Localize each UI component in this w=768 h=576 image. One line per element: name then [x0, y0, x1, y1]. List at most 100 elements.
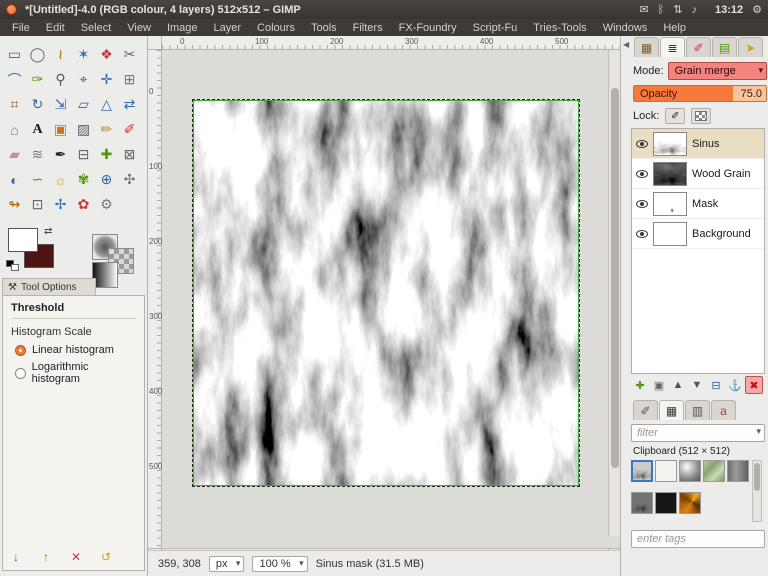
- tool-paths[interactable]: ⌒: [3, 67, 26, 92]
- tab-channels[interactable]: ✐: [686, 37, 711, 57]
- menu-file[interactable]: File: [4, 21, 38, 35]
- tool-measure[interactable]: ⌖: [72, 67, 95, 92]
- tab-gradients[interactable]: ▥: [685, 400, 710, 420]
- tool-seamless-clone[interactable]: ⊡: [26, 192, 49, 217]
- tool-heal[interactable]: ✚: [95, 142, 118, 167]
- tool-flip[interactable]: ⇄: [118, 92, 141, 117]
- pattern-scrollbar[interactable]: [752, 460, 762, 522]
- tool-color-picker[interactable]: ✑: [26, 67, 49, 92]
- tool-crop[interactable]: ⌗: [3, 92, 26, 117]
- layer-row-sinus[interactable]: Sinus: [632, 129, 764, 159]
- menu-tools[interactable]: Tools: [303, 21, 345, 35]
- pattern-filter-input[interactable]: [631, 424, 765, 442]
- menu-tries-tools[interactable]: Tries-Tools: [525, 21, 594, 35]
- layer-row-background[interactable]: Background: [632, 219, 764, 249]
- tool-warp-transform[interactable]: ↬: [3, 192, 26, 217]
- color-area[interactable]: ⇄: [6, 226, 76, 278]
- tool-scale[interactable]: ⇲: [49, 92, 72, 117]
- anchor-layer-button[interactable]: ⚓: [726, 376, 744, 394]
- clock[interactable]: 13:12: [715, 4, 743, 16]
- menu-help[interactable]: Help: [655, 21, 694, 35]
- delete-layer-button[interactable]: ✖: [745, 376, 763, 394]
- tool-airbrush[interactable]: ≋: [26, 142, 49, 167]
- save-preset-button[interactable]: ↓: [6, 548, 26, 566]
- tool-zoom[interactable]: ⚲: [49, 67, 72, 92]
- layer-thumbnail[interactable]: [653, 191, 687, 216]
- lock-alpha-button[interactable]: [691, 108, 712, 124]
- tab-brushes[interactable]: ✐: [633, 400, 658, 420]
- tool-handle-transform[interactable]: ✣: [118, 167, 141, 192]
- menu-image[interactable]: Image: [159, 21, 206, 35]
- zoom-dropdown[interactable]: 100 %: [252, 555, 308, 572]
- dark-noise-pattern[interactable]: [631, 492, 653, 514]
- canvas-image[interactable]: [192, 99, 580, 487]
- horizontal-ruler[interactable]: 0 100 200 300 400 500: [162, 36, 620, 50]
- tool-n-point-deformation[interactable]: ✢: [49, 192, 72, 217]
- restore-preset-button[interactable]: ↑: [36, 548, 56, 566]
- canvas-viewport[interactable]: [162, 50, 608, 536]
- tool-bucket-fill[interactable]: ▣: [49, 117, 72, 142]
- menu-windows[interactable]: Windows: [595, 21, 656, 35]
- tool-mypaint-brush[interactable]: ✿: [72, 192, 95, 217]
- tool-blur-sharpen[interactable]: ◐: [3, 167, 26, 192]
- tool-rectangle-select[interactable]: ▭: [3, 42, 26, 67]
- tool-free-select[interactable]: ≀: [49, 42, 72, 67]
- delete-preset-button[interactable]: ✕: [66, 548, 86, 566]
- layer-thumbnail[interactable]: [653, 131, 687, 156]
- menu-view[interactable]: View: [119, 21, 159, 35]
- leaves-pattern[interactable]: [703, 460, 725, 482]
- layer-mode-dropdown[interactable]: Grain merge: [667, 62, 767, 80]
- tool-paintbrush[interactable]: ✐: [118, 117, 141, 142]
- opacity-slider[interactable]: Opacity 75.0: [633, 85, 767, 102]
- tool-shear[interactable]: ▱: [72, 92, 95, 117]
- tool-align[interactable]: ⊞: [118, 67, 141, 92]
- tool-foreground-select[interactable]: ✾: [72, 167, 95, 192]
- layer-thumbnail[interactable]: [653, 161, 687, 186]
- lower-layer-button[interactable]: ▼: [688, 376, 706, 394]
- tool-cage-transform[interactable]: ⌂: [3, 117, 26, 142]
- tool-move[interactable]: ✛: [95, 67, 118, 92]
- menu-layer[interactable]: Layer: [206, 21, 250, 35]
- tool-smudge[interactable]: ∽: [26, 167, 49, 192]
- menu-script-fu[interactable]: Script-Fu: [465, 21, 526, 35]
- gear-icon[interactable]: ⚙: [752, 3, 762, 16]
- tool-dodge-burn[interactable]: ☼: [49, 167, 72, 192]
- tool-scissors-select[interactable]: ✂: [118, 42, 141, 67]
- tool-eraser[interactable]: ▰: [3, 142, 26, 167]
- tab-fonts[interactable]: a: [711, 400, 736, 420]
- swirl-pattern[interactable]: [679, 492, 701, 514]
- menu-select[interactable]: Select: [73, 21, 120, 35]
- ruler-corner-button[interactable]: [148, 36, 162, 50]
- visibility-eye-icon[interactable]: [636, 229, 648, 238]
- tool-gegl-operation[interactable]: ⚙: [95, 192, 118, 217]
- bluetooth-icon[interactable]: ᛒ: [658, 4, 665, 16]
- layer-thumbnail[interactable]: [653, 221, 687, 246]
- tool-select-by-color[interactable]: ❖: [95, 42, 118, 67]
- vertical-ruler[interactable]: 0 100 200 300 400 500: [148, 50, 162, 550]
- tool-gradient[interactable]: ▨: [72, 117, 95, 142]
- visibility-eye-icon[interactable]: [636, 199, 648, 208]
- tab-pointer[interactable]: ➤: [738, 37, 763, 57]
- tab-patterns[interactable]: ▦: [659, 400, 684, 420]
- visibility-eye-icon[interactable]: [636, 139, 648, 148]
- foreground-color-swatch[interactable]: [8, 228, 38, 252]
- swap-colors-icon[interactable]: ⇄: [44, 226, 52, 237]
- window-close-button[interactable]: [6, 4, 17, 15]
- tool-perspective-clone[interactable]: ⊠: [118, 142, 141, 167]
- tool-clone[interactable]: ⊟: [72, 142, 95, 167]
- volume-icon[interactable]: ♪: [691, 4, 697, 16]
- menu-fx-foundry[interactable]: FX-Foundry: [391, 21, 465, 35]
- paper-pattern[interactable]: [655, 460, 677, 482]
- tool-unified-transform[interactable]: ⊕: [95, 167, 118, 192]
- tool-ellipse-select[interactable]: ◯: [26, 42, 49, 67]
- vertical-scrollbar[interactable]: [608, 50, 620, 536]
- sphere-pattern[interactable]: [679, 460, 701, 482]
- tool-fuzzy-select[interactable]: ✶: [72, 42, 95, 67]
- radio-logarithmic-histogram[interactable]: Logarithmic histogram: [15, 361, 136, 385]
- units-dropdown[interactable]: px: [208, 555, 245, 572]
- slate-pattern[interactable]: [727, 460, 749, 482]
- menu-colours[interactable]: Colours: [249, 21, 303, 35]
- visibility-eye-icon[interactable]: [636, 169, 648, 178]
- raise-layer-button[interactable]: ▲: [669, 376, 687, 394]
- radio-linear-histogram[interactable]: Linear histogram: [15, 344, 136, 356]
